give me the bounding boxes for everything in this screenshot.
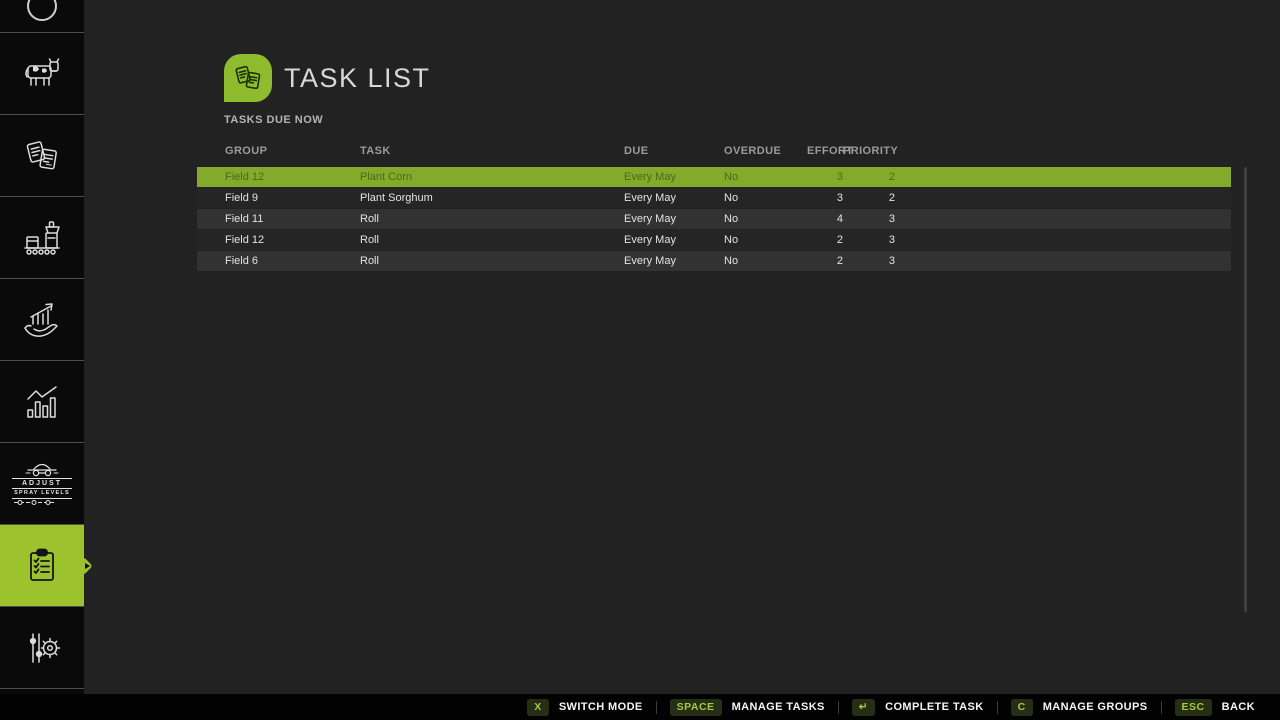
cell-group: Field 12 (225, 171, 360, 183)
statistics-bars-icon (20, 382, 64, 422)
sidebar-item-tuning[interactable] (0, 607, 84, 689)
cell-effort: 2 (807, 234, 843, 246)
task-table: GROUP TASK DUE OVERDUE EFFORT PRIORITY F… (197, 141, 1231, 272)
column-header-overdue: OVERDUE (724, 145, 807, 157)
cell-overdue: No (724, 213, 807, 225)
hotkey-label: COMPLETE TASK (885, 701, 984, 713)
table-row[interactable]: Field 12 Roll Every May No 2 3 (197, 230, 1231, 250)
selected-tab-arrow-icon (85, 563, 90, 569)
cell-overdue: No (724, 192, 807, 204)
key-badge-x: X (527, 699, 549, 716)
cell-task: Roll (360, 234, 624, 246)
cell-priority: 3 (843, 234, 899, 246)
cell-effort: 3 (807, 171, 843, 183)
hotkey-label: MANAGE TASKS (732, 701, 825, 713)
column-header-effort: EFFORT (807, 145, 843, 157)
cell-group: Field 9 (225, 192, 360, 204)
sidebar-item-top[interactable] (0, 0, 84, 33)
cell-effort: 2 (807, 255, 843, 267)
sidebar-item-animals[interactable] (0, 33, 84, 115)
cell-task: Plant Sorghum (360, 192, 624, 204)
cell-task: Roll (360, 213, 624, 225)
hotkey-manage-groups[interactable]: C MANAGE GROUPS (998, 699, 1161, 716)
table-header-row: GROUP TASK DUE OVERDUE EFFORT PRIORITY (197, 141, 1231, 161)
cell-overdue: No (724, 255, 807, 267)
adjust-spray-levels-icon: ADJUST SPRAY LEVELS (12, 462, 72, 506)
sidebar-item-production[interactable] (0, 197, 84, 279)
hotkey-back[interactable]: ESC BACK (1162, 699, 1268, 716)
table-scrollbar[interactable] (1244, 167, 1247, 612)
cell-effort: 3 (807, 192, 843, 204)
cell-due: Every May (624, 213, 724, 225)
key-badge-c: C (1011, 699, 1033, 716)
cow-icon (20, 55, 64, 93)
cell-due: Every May (624, 171, 724, 183)
table-row[interactable]: Field 6 Roll Every May No 2 3 (197, 251, 1231, 271)
cell-priority: 3 (843, 213, 899, 225)
hotkey-switch-mode[interactable]: X SWITCH MODE (514, 699, 655, 716)
cell-overdue: No (724, 234, 807, 246)
sales-chart-hand-icon (19, 299, 65, 341)
cell-task: Plant Corn (360, 171, 624, 183)
column-header-group: GROUP (225, 145, 360, 157)
cell-group: Field 12 (225, 234, 360, 246)
documents-icon (231, 61, 265, 95)
cell-priority: 2 (843, 171, 899, 183)
hotkey-label: BACK (1222, 701, 1255, 713)
hotkey-label: SWITCH MODE (559, 701, 643, 713)
table-row[interactable]: Field 9 Plant Sorghum Every May No 3 2 (197, 188, 1231, 208)
enter-key-icon: ↵ (852, 699, 875, 716)
cell-priority: 3 (843, 255, 899, 267)
cell-due: Every May (624, 234, 724, 246)
sidebar-item-sales[interactable] (0, 279, 84, 361)
cell-effort: 4 (807, 213, 843, 225)
column-header-priority: PRIORITY (843, 145, 899, 157)
section-label: TASKS DUE NOW (224, 114, 323, 126)
page-title: TASK LIST (284, 63, 431, 94)
hotkey-label: MANAGE GROUPS (1043, 701, 1148, 713)
cell-priority: 2 (843, 192, 899, 204)
sidebar-item-statistics[interactable] (0, 361, 84, 443)
sidebar: ADJUST SPRAY LEVELS (0, 0, 84, 694)
hotkey-complete-task[interactable]: ↵ COMPLETE TASK (839, 699, 997, 716)
hotkey-bar: X SWITCH MODE SPACE MANAGE TASKS ↵ COMPL… (0, 694, 1280, 720)
cell-overdue: No (724, 171, 807, 183)
cell-task: Roll (360, 255, 624, 267)
cell-due: Every May (624, 192, 724, 204)
hotkey-manage-tasks[interactable]: SPACE MANAGE TASKS (657, 699, 838, 716)
circle-icon (27, 0, 57, 21)
task-list-page-icon (224, 54, 272, 102)
tuning-settings-icon (20, 627, 64, 669)
cell-group: Field 11 (225, 213, 360, 225)
cell-group: Field 6 (225, 255, 360, 267)
table-row[interactable]: Field 12 Plant Corn Every May No 3 2 (197, 167, 1231, 187)
cell-due: Every May (624, 255, 724, 267)
sidebar-item-contracts[interactable] (0, 115, 84, 197)
sidebar-item-task-list[interactable] (0, 525, 84, 607)
documents-icon (21, 135, 63, 177)
table-row[interactable]: Field 11 Roll Every May No 4 3 (197, 209, 1231, 229)
key-badge-space: SPACE (670, 699, 722, 716)
sidebar-item-adjust-spray-levels[interactable]: ADJUST SPRAY LEVELS (0, 443, 84, 525)
production-line-icon (20, 218, 64, 258)
task-list-clipboard-icon (21, 545, 63, 587)
column-header-task: TASK (360, 145, 624, 157)
column-header-due: DUE (624, 145, 724, 157)
key-badge-esc: ESC (1175, 699, 1212, 716)
